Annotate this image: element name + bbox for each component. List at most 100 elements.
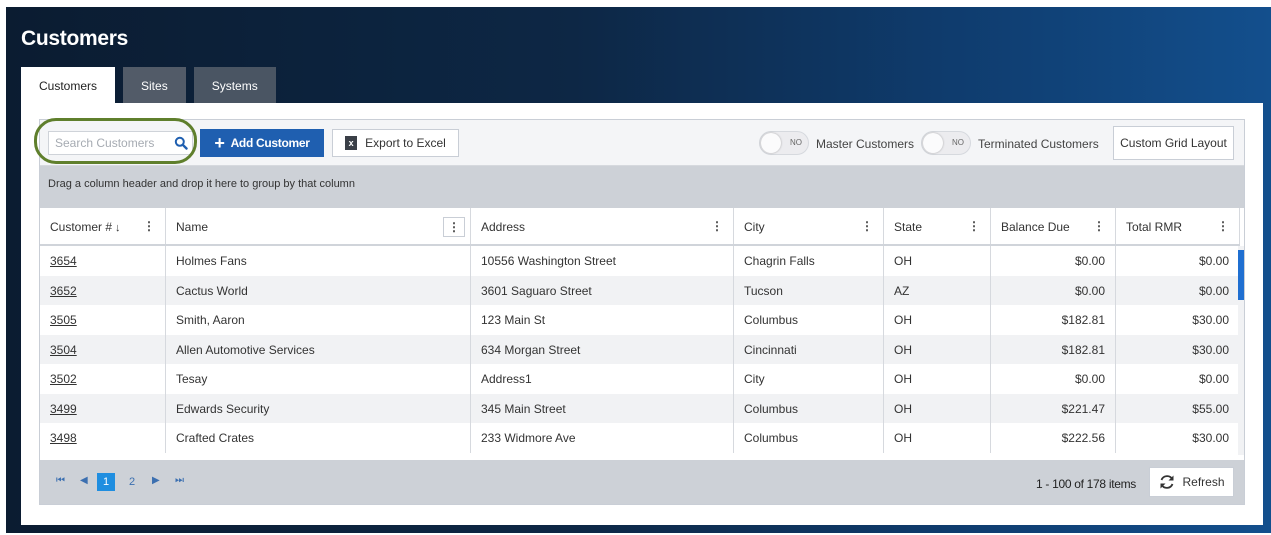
vertical-scrollbar[interactable] <box>1238 246 1244 455</box>
cell-name: Cactus World <box>166 275 471 305</box>
master-customers-label: Master Customers <box>816 137 915 151</box>
customer-link[interactable]: 3504 <box>50 343 77 357</box>
export-excel-label: Export to Excel <box>365 136 446 150</box>
customer-link[interactable]: 3499 <box>50 402 77 416</box>
table-row[interactable]: 3504 Allen Automotive Services 634 Morga… <box>40 334 1240 364</box>
customer-link[interactable]: 3654 <box>50 254 77 268</box>
column-menu-icon[interactable]: ⋮ <box>968 220 980 232</box>
cell-balance-due: $0.00 <box>991 246 1116 276</box>
refresh-label: Refresh <box>1182 475 1225 489</box>
column-menu-icon[interactable]: ⋮ <box>1217 220 1229 232</box>
next-page-icon[interactable]: ▶ <box>152 475 160 486</box>
column-menu-icon[interactable]: ⋮ <box>443 217 465 237</box>
search-box <box>48 131 193 155</box>
cell-address: Address1 <box>471 364 734 394</box>
tab-customers[interactable]: Customers <box>21 67 116 103</box>
cell-city: Chagrin Falls <box>734 246 884 276</box>
column-header-total-rmr[interactable]: Total RMR ⋮ <box>1116 208 1240 244</box>
app-window: Customers Customers Sites Systems + Add … <box>6 7 1271 533</box>
search-input[interactable] <box>49 132 179 154</box>
cell-customer-number[interactable]: 3652 <box>40 275 166 305</box>
column-header-customer-number[interactable]: Customer # ↓ ⋮ <box>40 208 166 244</box>
tab-systems[interactable]: Systems <box>193 67 276 103</box>
last-page-icon[interactable]: ⏭ <box>175 475 184 486</box>
table-row[interactable]: 3654 Holmes Fans 10556 Washington Street… <box>40 246 1240 276</box>
cell-balance-due: $221.47 <box>991 393 1116 423</box>
column-header-balance-due[interactable]: Balance Due ⋮ <box>991 208 1116 244</box>
cell-customer-number[interactable]: 3498 <box>40 423 166 453</box>
toggle-state: NO <box>790 138 802 147</box>
cell-customer-number[interactable]: 3502 <box>40 364 166 394</box>
table-row[interactable]: 3505 Smith, Aaron 123 Main St Columbus O… <box>40 305 1240 335</box>
tab-sites[interactable]: Sites <box>123 67 186 103</box>
cell-total-rmr: $30.00 <box>1116 334 1240 364</box>
cell-address: 233 Widmore Ave <box>471 423 734 453</box>
refresh-button[interactable]: Refresh <box>1149 467 1234 497</box>
search-icon[interactable] <box>174 136 188 150</box>
cell-balance-due: $182.81 <box>991 305 1116 335</box>
cell-name: Edwards Security <box>166 393 471 423</box>
cell-city: Tucson <box>734 275 884 305</box>
customer-link[interactable]: 3652 <box>50 284 77 298</box>
group-drop-panel[interactable]: Drag a column header and drop it here to… <box>40 166 1244 208</box>
column-menu-icon[interactable]: ⋮ <box>1093 220 1105 232</box>
column-label: Total RMR <box>1126 220 1183 234</box>
customer-link[interactable]: 3502 <box>50 372 77 386</box>
cell-total-rmr: $0.00 <box>1116 275 1240 305</box>
column-header-state[interactable]: State ⋮ <box>884 208 991 244</box>
cell-state: OH <box>884 246 991 276</box>
first-page-icon[interactable]: ⏮ <box>56 475 65 486</box>
customer-link[interactable]: 3498 <box>50 431 77 445</box>
table-body: 3654 Holmes Fans 10556 Washington Street… <box>40 246 1240 455</box>
cell-address: 3601 Saguaro Street <box>471 275 734 305</box>
page-2-button[interactable]: 2 <box>123 473 141 491</box>
cell-total-rmr: $55.00 <box>1116 393 1240 423</box>
cell-balance-due: $222.56 <box>991 423 1116 453</box>
cell-state: OH <box>884 423 991 453</box>
cell-name: Tesay <box>166 364 471 394</box>
scrollbar-thumb[interactable] <box>1238 250 1244 300</box>
custom-grid-layout-button[interactable]: Custom Grid Layout <box>1113 126 1234 160</box>
cell-name: Holmes Fans <box>166 246 471 276</box>
terminated-customers-toggle[interactable]: NO <box>921 131 971 155</box>
cell-name: Crafted Crates <box>166 423 471 453</box>
table-row[interactable]: 3498 Crafted Crates 233 Widmore Ave Colu… <box>40 423 1240 453</box>
add-customer-label: Add Customer <box>230 136 310 150</box>
column-label: Address <box>481 220 526 234</box>
cell-total-rmr: $0.00 <box>1116 364 1240 394</box>
page-1-button[interactable]: 1 <box>97 473 115 491</box>
table-header: Customer # ↓ ⋮ Name ⋮ Address ⋮ City ⋮ St… <box>40 208 1240 246</box>
prev-page-icon[interactable]: ◀ <box>80 475 88 486</box>
table-row[interactable]: 3652 Cactus World 3601 Saguaro Street Tu… <box>40 275 1240 305</box>
customers-grid: + Add Customer x Export to Excel NO Mast… <box>34 118 1245 505</box>
cell-customer-number[interactable]: 3505 <box>40 305 166 335</box>
table-row[interactable]: 3499 Edwards Security 345 Main Street Co… <box>40 393 1240 423</box>
toggle-knob <box>761 133 781 153</box>
pager-info: 1 - 100 of 178 items <box>1035 477 1136 491</box>
cell-customer-number[interactable]: 3504 <box>40 334 166 364</box>
grid-toolbar: + Add Customer x Export to Excel NO Mast… <box>34 118 1244 166</box>
cell-total-rmr: $30.00 <box>1116 305 1240 335</box>
export-excel-button[interactable]: x Export to Excel <box>332 129 459 157</box>
cell-total-rmr: $30.00 <box>1116 423 1240 453</box>
column-menu-icon[interactable]: ⋮ <box>861 220 873 232</box>
column-menu-icon[interactable]: ⋮ <box>143 220 155 232</box>
cell-customer-number[interactable]: 3654 <box>40 246 166 276</box>
add-customer-button[interactable]: + Add Customer <box>200 129 324 157</box>
cell-balance-due: $182.81 <box>991 334 1116 364</box>
table-row[interactable]: 3502 Tesay Address1 City OH $0.00 $0.00 <box>40 364 1240 394</box>
column-menu-icon[interactable]: ⋮ <box>711 220 723 232</box>
cell-customer-number[interactable]: 3499 <box>40 393 166 423</box>
column-header-address[interactable]: Address ⋮ <box>471 208 734 244</box>
excel-icon: x <box>345 136 358 150</box>
column-header-city[interactable]: City ⋮ <box>734 208 884 244</box>
column-header-name[interactable]: Name ⋮ <box>166 208 471 244</box>
refresh-icon <box>1160 475 1174 489</box>
customer-link[interactable]: 3505 <box>50 313 77 327</box>
cell-balance-due: $0.00 <box>991 364 1116 394</box>
cell-city: Columbus <box>734 423 884 453</box>
cell-city: Columbus <box>734 393 884 423</box>
sort-down-icon: ↓ <box>115 222 121 234</box>
terminated-customers-label: Terminated Customers <box>978 137 1099 151</box>
master-customers-toggle[interactable]: NO <box>759 131 809 155</box>
